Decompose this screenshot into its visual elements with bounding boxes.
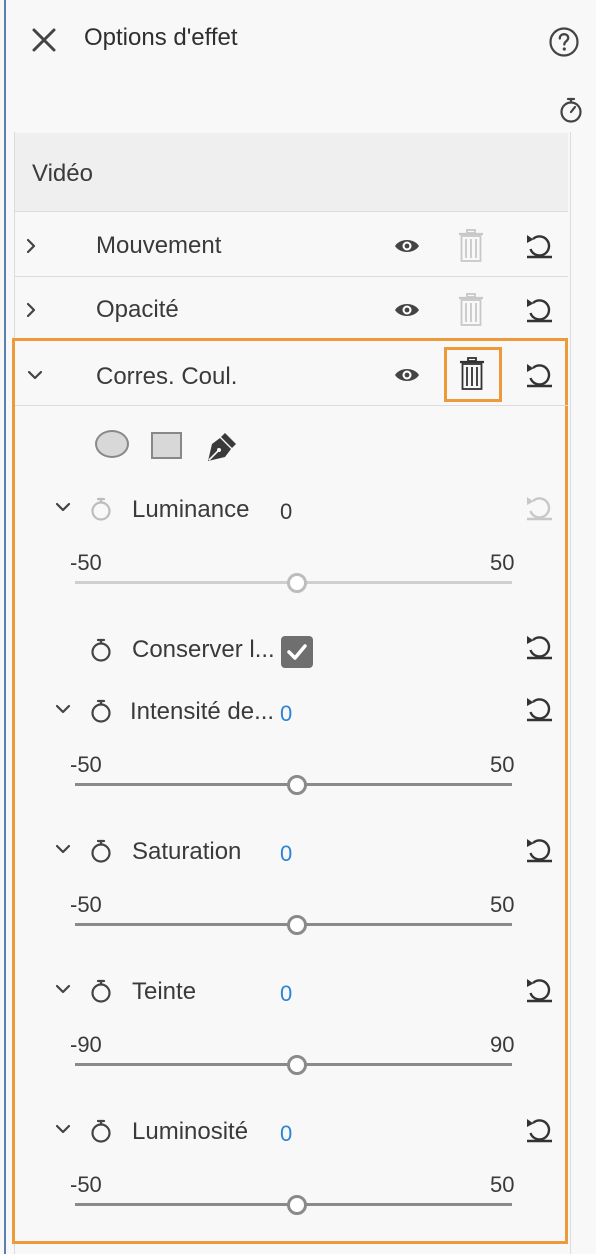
param-label-luminosite: Luminosité — [132, 1118, 249, 1145]
param-label-saturation: Saturation — [132, 838, 242, 865]
ellipse-mask-icon[interactable] — [95, 430, 129, 458]
section-header-video — [15, 133, 568, 212]
reset-icon[interactable] — [524, 359, 554, 389]
slider-min-label: -50 — [70, 892, 102, 917]
chevron-right-icon[interactable] — [22, 237, 40, 255]
slider-max-label: 50 — [490, 892, 515, 917]
section-label: Vidéo — [32, 160, 93, 187]
stopwatch-icon[interactable] — [89, 496, 113, 522]
reset-icon[interactable] — [524, 230, 554, 260]
stopwatch-icon[interactable] — [558, 96, 584, 124]
reset-icon[interactable] — [524, 834, 554, 864]
param-value-saturation[interactable]: 0 — [280, 841, 292, 867]
effect-label-opacite[interactable]: Opacité — [96, 296, 179, 324]
stopwatch-icon[interactable] — [89, 838, 113, 864]
eye-icon[interactable] — [393, 365, 421, 385]
window-left-border — [4, 0, 6, 1254]
eye-icon[interactable] — [393, 300, 421, 320]
slider-max-label: 50 — [490, 550, 515, 575]
divider — [15, 405, 568, 406]
slider-max-label: 50 — [490, 1172, 515, 1197]
effect-label-corres-coul[interactable]: Corres. Coul. — [96, 363, 237, 391]
chevron-down-icon[interactable] — [54, 498, 72, 516]
rectangle-mask-icon[interactable] — [151, 432, 182, 459]
param-value-luminance[interactable]: 0 — [280, 499, 292, 525]
trash-icon[interactable] — [458, 293, 484, 327]
trash-icon[interactable] — [458, 229, 484, 263]
chevron-down-icon[interactable] — [54, 700, 72, 718]
param-label-teinte: Teinte — [132, 978, 197, 1005]
reset-icon[interactable] — [524, 974, 554, 1004]
reset-icon[interactable] — [524, 492, 554, 522]
slider-min-label: -50 — [70, 752, 102, 777]
trash-icon[interactable] — [459, 357, 485, 391]
eye-icon[interactable] — [393, 236, 421, 256]
chevron-down-icon[interactable] — [26, 366, 44, 384]
reset-icon[interactable] — [524, 294, 554, 324]
teinte-slider-thumb[interactable] — [287, 1055, 307, 1075]
stopwatch-icon[interactable] — [89, 698, 113, 724]
pen-mask-icon[interactable] — [203, 430, 239, 464]
slider-max-label: 50 — [490, 752, 515, 777]
panel-title: Options d'effet — [84, 24, 238, 51]
chevron-down-icon[interactable] — [54, 840, 72, 858]
param-label-intensite: Intensité de... — [130, 698, 275, 725]
param-label-conserver: Conserver l... — [132, 636, 275, 663]
stopwatch-icon[interactable] — [89, 978, 113, 1004]
divider — [15, 276, 568, 277]
param-value-teinte[interactable]: 0 — [280, 981, 292, 1007]
slider-max-label: 90 — [490, 1032, 515, 1057]
chevron-down-icon[interactable] — [54, 980, 72, 998]
reset-icon[interactable] — [524, 631, 554, 661]
luminance-slider-thumb[interactable] — [287, 573, 307, 593]
close-icon[interactable] — [30, 26, 58, 54]
saturation-slider-thumb[interactable] — [287, 915, 307, 935]
reset-icon[interactable] — [524, 693, 554, 723]
chevron-down-icon[interactable] — [54, 1120, 72, 1138]
slider-min-label: -90 — [70, 1032, 102, 1057]
param-label-luminance: Luminance — [132, 496, 250, 523]
slider-min-label: -50 — [70, 1172, 102, 1197]
conserver-checkbox[interactable] — [281, 636, 313, 668]
effect-label-mouvement[interactable]: Mouvement — [96, 232, 221, 260]
stopwatch-icon[interactable] — [89, 637, 113, 663]
stopwatch-icon[interactable] — [89, 1118, 113, 1144]
reset-icon[interactable] — [524, 1114, 554, 1144]
param-value-luminosite[interactable]: 0 — [280, 1121, 292, 1147]
luminosite-slider-thumb[interactable] — [287, 1195, 307, 1215]
slider-min-label: -50 — [70, 550, 102, 575]
chevron-right-icon[interactable] — [22, 301, 40, 319]
intensite-slider-thumb[interactable] — [287, 775, 307, 795]
param-value-intensite[interactable]: 0 — [280, 701, 292, 727]
help-icon[interactable] — [548, 26, 580, 58]
